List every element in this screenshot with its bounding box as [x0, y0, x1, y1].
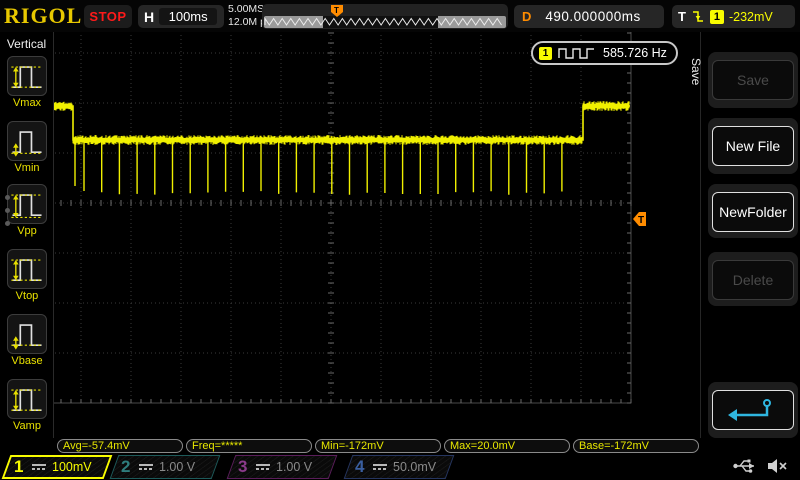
top-status-bar: RIGOL STOP H 100ms 5.00MSa/s 12.0M pts T… [0, 0, 800, 32]
vamp-icon [7, 379, 47, 419]
measurement-avg: Avg=-57.4mV [57, 439, 183, 453]
channel-1-scale: 100mV [52, 460, 92, 474]
measurement-freq: Freq=***** [186, 439, 312, 453]
channel-3-number: 3 [238, 457, 248, 476]
channel-status-bar: 1 100mV 2 1.00 V 3 1.00 V 4 50.0mV [0, 454, 800, 480]
h-label: H [144, 8, 155, 25]
page-dot [5, 221, 10, 226]
counter-value: 585.726 Hz [603, 46, 667, 60]
speaker-muted-icon [768, 459, 787, 473]
softkey-menu: Save Save New File NewFolder Delete [689, 32, 800, 438]
rigol-logo: RIGOL [4, 3, 83, 28]
vbase-icon [7, 314, 47, 354]
measurement-min: Min=-172mV [315, 439, 441, 453]
oscilloscope-screen: 1 T T RIGOL STOP H 100ms 5.00MSa/s 12.0M p… [0, 0, 800, 480]
vmax-label: Vmax [12, 97, 42, 109]
frequency-counter: 1 585.726 Hz [531, 41, 678, 65]
dc-coupling-icon [32, 464, 46, 470]
measure-item-vbase[interactable]: Vbase [7, 314, 47, 367]
new-folder-button[interactable]: NewFolder [712, 192, 794, 232]
usb-icon [733, 459, 754, 473]
page-dot [5, 208, 10, 213]
vpp-label: Vpp [17, 225, 37, 237]
measurement-max: Max=20.0mV [444, 439, 570, 453]
vmax-icon [7, 56, 47, 96]
delay-value: 490.000000ms [545, 9, 641, 24]
measure-item-vmax[interactable]: Vmax [7, 56, 47, 109]
channel-3-status[interactable]: 3 1.00 V [226, 455, 338, 479]
channel-4-number: 4 [355, 457, 365, 476]
channel-2-number: 2 [121, 457, 131, 476]
channel-2-scale: 1.00 V [159, 460, 196, 474]
measure-item-vamp[interactable]: Vamp [7, 379, 47, 432]
measure-item-vmin[interactable]: Vmin [7, 121, 47, 174]
channel-4-scale: 50.0mV [393, 460, 437, 474]
square-wave-icon [558, 48, 594, 59]
horizontal-timebase-box: H 100ms [138, 5, 224, 28]
measurement-base: Base=-172mV [573, 439, 699, 453]
channel-1-status[interactable]: 1 100mV [1, 455, 113, 479]
trigger-source-badge: 1 [709, 9, 724, 24]
waveform-memory-bar[interactable]: T [262, 4, 508, 29]
trigger-info-box: T 1 -232mV [672, 5, 795, 28]
svg-text:T: T [638, 215, 644, 226]
falling-edge-icon [692, 11, 703, 22]
dc-coupling-icon [256, 464, 270, 470]
page-dot [5, 195, 10, 200]
run-state-label: STOP [89, 9, 127, 24]
return-arrow-icon [728, 399, 771, 421]
channel-1-number: 1 [14, 457, 24, 476]
svg-text:T: T [334, 6, 339, 15]
counter-channel-badge: 1 [539, 46, 552, 60]
trigger-label: T [678, 9, 686, 24]
vamp-label: Vamp [13, 420, 41, 432]
save-button[interactable]: Save [712, 60, 794, 100]
new-file-button[interactable]: New File [712, 126, 794, 166]
vmin-icon [7, 121, 47, 161]
vtop-label: Vtop [15, 290, 39, 302]
dc-coupling-icon [373, 464, 387, 470]
measure-sidebar: Vertical Vmax Vmin Vpp Vtop Vbase Vamp [0, 32, 54, 438]
measure-item-vpp[interactable]: Vpp [7, 184, 47, 237]
vbase-label: Vbase [11, 355, 43, 367]
dc-coupling-icon [139, 464, 153, 470]
sidebar-title: Vertical [6, 37, 47, 51]
delay-label: D [522, 9, 532, 24]
vtop-icon [7, 249, 47, 289]
memory-bar-graphic: T [264, 5, 506, 28]
run-state-indicator[interactable]: STOP [84, 5, 132, 28]
trigger-delay-box: D 490.000000ms [514, 5, 664, 28]
back-button[interactable] [712, 390, 794, 430]
delete-button[interactable]: Delete [712, 260, 794, 300]
menu-tab-label: Save [689, 58, 703, 86]
trigger-level-value: -232mV [728, 9, 773, 24]
channel-3-scale: 1.00 V [276, 460, 313, 474]
channel-2-status[interactable]: 2 1.00 V [109, 455, 221, 479]
measure-item-vtop[interactable]: Vtop [7, 249, 47, 302]
vpp-icon [7, 184, 47, 224]
channel-4-status[interactable]: 4 50.0mV [343, 455, 455, 479]
timebase-value: 100ms [159, 8, 218, 25]
vmin-label: Vmin [14, 162, 40, 174]
